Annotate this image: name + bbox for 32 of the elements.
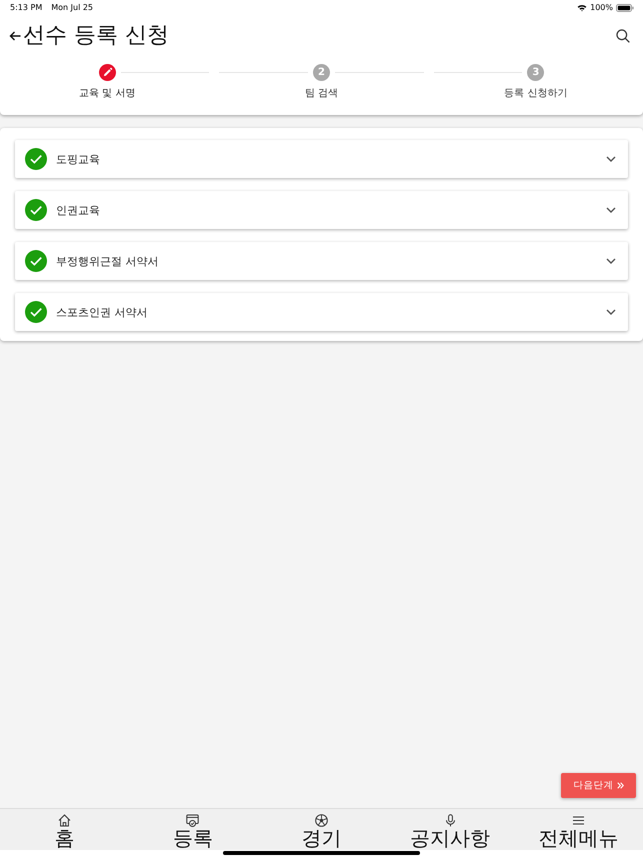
status-date: Mon Jul 25 bbox=[51, 3, 94, 12]
microphone-icon bbox=[444, 814, 457, 827]
nav-tab[interactable]: 경기 bbox=[257, 809, 386, 850]
back-arrow-icon[interactable] bbox=[9, 31, 21, 41]
accordion-header[interactable]: 인권교육 bbox=[15, 191, 628, 229]
accordion-title: 스포츠인권 서약서 bbox=[56, 304, 148, 320]
step-label: 교육 및 서명 bbox=[78, 88, 136, 100]
menu-icon bbox=[572, 814, 586, 827]
status-time: 5:13 PM bbox=[10, 3, 42, 12]
step-label: 팀 검색 bbox=[304, 88, 338, 100]
step-number: 2 bbox=[313, 64, 330, 81]
accordion-title: 부정행위근절 서약서 bbox=[56, 254, 160, 268]
nav-tab[interactable]: 전체메뉴 bbox=[514, 809, 643, 850]
accordion-title: 도핑교육 bbox=[56, 152, 101, 166]
nav-tab[interactable]: 홈 bbox=[0, 809, 129, 850]
wifi-icon bbox=[577, 4, 588, 12]
id-card-icon bbox=[186, 814, 200, 827]
nav-tab[interactable]: 등록 bbox=[128, 809, 258, 850]
accordion-header[interactable]: 부정행위근절 서약서 bbox=[15, 242, 628, 280]
search-icon[interactable] bbox=[616, 29, 630, 43]
step-label: 등록 신청하기 bbox=[504, 88, 568, 100]
step-number: 3 bbox=[527, 64, 544, 81]
nav-tab[interactable]: 공지사항 bbox=[386, 809, 514, 850]
accordion-header[interactable]: 도핑교육 bbox=[15, 140, 628, 178]
accordion-header[interactable]: 스포츠인권 서약서 bbox=[15, 293, 628, 331]
battery-icon bbox=[616, 4, 634, 12]
accordion-title: 인권교육 bbox=[56, 202, 101, 218]
battery-percent: 100% bbox=[590, 3, 613, 12]
house-icon bbox=[58, 814, 71, 827]
soccer-ball-icon bbox=[314, 814, 328, 827]
page-title: 선수 등록 신청 bbox=[23, 22, 169, 50]
double-chevron-icon bbox=[616, 782, 624, 789]
